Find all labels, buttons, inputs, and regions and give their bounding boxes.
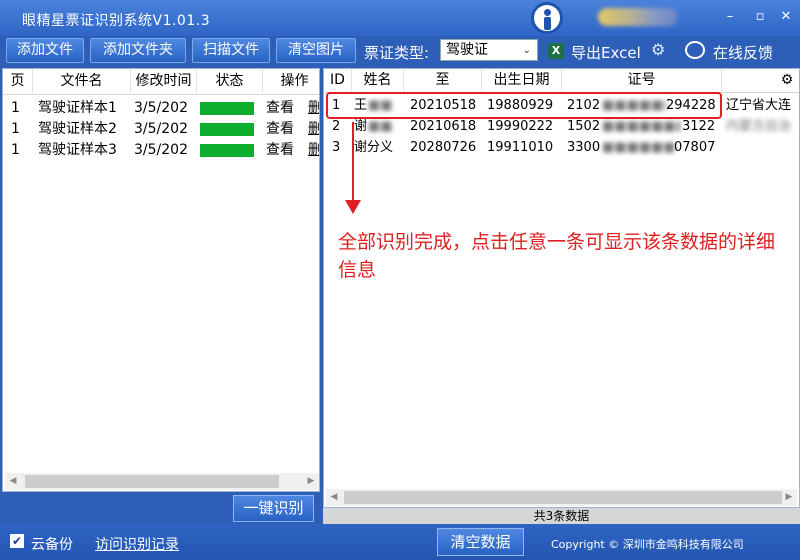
minimize-button[interactable]: – [722, 9, 738, 25]
visit-history-link[interactable]: 访问识别记录 [95, 534, 179, 554]
chevron-down-icon: ⌄ [522, 45, 531, 56]
row-birth: 19911010 [487, 140, 554, 155]
scan-file-button[interactable]: 扫描文件 [192, 38, 270, 63]
scroll-right-icon[interactable]: ▶ [781, 489, 797, 506]
arrow-shaft [352, 122, 354, 204]
scroll-thumb[interactable] [25, 475, 279, 488]
col-header-page[interactable]: 页 [3, 69, 33, 93]
copyright-text: Copyright © 深圳市金鸣科技有限公司 [551, 538, 744, 551]
row-to: 20280726 [410, 140, 477, 155]
row-name: 谢 [354, 119, 368, 134]
user-avatar[interactable] [598, 8, 678, 26]
row-address: 辽宁省大连 [726, 98, 792, 113]
scroll-left-icon[interactable]: ◀ [5, 473, 21, 490]
ticket-type-select[interactable]: 驾驶证 ⌄ [440, 39, 538, 61]
file-row[interactable]: 1 驾驶证样本1 3/5/202 查看 删 [3, 98, 319, 119]
status-progress-bar [200, 123, 254, 136]
gear-icon[interactable]: ⚙ [651, 41, 669, 59]
col-header-name[interactable]: 姓名 [352, 69, 404, 91]
file-page: 1 [11, 100, 20, 116]
file-row[interactable]: 1 驾驶证样本3 3/5/202 查看 删 [3, 140, 319, 161]
col-header-license-number[interactable]: 证号 [562, 69, 722, 91]
col-header-birth[interactable]: 出生日期 [482, 69, 562, 91]
results-panel: ID 姓名 至 出生日期 证号 ⚙ 1 王 ■■ 20210518 198809… [323, 68, 800, 508]
file-name: 驾驶证样本3 [38, 142, 117, 158]
cloud-backup-label[interactable]: 云备份 [31, 534, 73, 554]
status-progress-bar [200, 144, 254, 157]
results-header: ID 姓名 至 出生日期 证号 ⚙ [324, 69, 799, 93]
clear-data-button[interactable]: 清空数据 [437, 528, 524, 556]
record-count: 共3条数据 [323, 508, 800, 524]
file-list-header: 页 文件名 修改时间 状态 操作 [3, 69, 319, 95]
masked-number: ■■■■■■■ [602, 119, 680, 134]
masked-name: ■■ [368, 119, 393, 134]
col-header-modified[interactable]: 修改时间 [131, 69, 197, 93]
horizontal-scrollbar[interactable]: ◀ ▶ [326, 489, 797, 506]
highlight-box [326, 92, 722, 119]
row-to: 20210618 [410, 119, 477, 134]
file-row[interactable]: 1 驾驶证样本2 3/5/202 查看 删 [3, 119, 319, 140]
masked-number: ■■■■■■ [602, 140, 674, 155]
col-header-id[interactable]: ID [324, 69, 352, 91]
file-name: 驾驶证样本2 [38, 121, 117, 137]
logo-dot [544, 9, 551, 16]
row-birth: 19990222 [487, 119, 554, 134]
file-time: 3/5/202 [134, 100, 188, 116]
gear-icon[interactable]: ⚙ [776, 69, 798, 91]
table-row[interactable]: 3 谢分义 20280726 19911010 3300 ■■■■■■ 0780… [324, 137, 799, 158]
close-button[interactable]: ✕ [778, 9, 794, 25]
col-header-to[interactable]: 至 [404, 69, 482, 91]
file-page: 1 [11, 142, 20, 158]
chat-icon[interactable] [685, 41, 705, 59]
add-file-button[interactable]: 添加文件 [6, 38, 84, 63]
restore-button[interactable]: ▫ [752, 9, 768, 25]
file-page: 1 [11, 121, 20, 137]
clear-images-button[interactable]: 清空图片 [276, 38, 356, 63]
view-link[interactable]: 查看 [266, 98, 294, 119]
app-title: 眼精星票证识别系统V1.01.3 [22, 13, 211, 29]
online-feedback-button[interactable]: 在线反馈 [713, 42, 773, 63]
row-number-prefix: 3300 [567, 140, 601, 155]
delete-link[interactable]: 删 [308, 98, 319, 119]
info-logo-icon[interactable] [531, 2, 563, 34]
title-bar: 眼精星票证识别系统V1.01.3 – ▫ ✕ [0, 0, 800, 36]
view-link[interactable]: 查看 [266, 119, 294, 140]
col-header-filename[interactable]: 文件名 [33, 69, 131, 93]
file-list-panel: 页 文件名 修改时间 状态 操作 1 驾驶证样本1 3/5/202 查看 删 1… [2, 68, 320, 492]
annotation-text: 全部识别完成，点击任意一条可显示该条数据的详细信息 [338, 231, 776, 281]
col-header-status[interactable]: 状态 [197, 69, 263, 93]
delete-link[interactable]: 删 [308, 119, 319, 140]
table-row[interactable]: 2 谢 ■■ 20210618 19990222 1502 ■■■■■■■ 31… [324, 116, 799, 137]
toolbar: 添加文件 添加文件夹 扫描文件 清空图片 票证类型: 驾驶证 ⌄ X 导出Exc… [0, 36, 800, 66]
ticket-type-label: 票证类型: [364, 44, 430, 62]
excel-icon[interactable]: X [548, 43, 564, 59]
export-excel-button[interactable]: 导出Excel [571, 42, 641, 63]
file-time: 3/5/202 [134, 121, 188, 137]
row-name: 谢分义 [354, 140, 394, 155]
arrow-down-icon [345, 200, 361, 214]
horizontal-scrollbar[interactable]: ◀ ▶ [5, 473, 319, 490]
delete-link[interactable]: 删 [308, 140, 319, 161]
scroll-left-icon[interactable]: ◀ [326, 489, 342, 506]
row-number-prefix: 1502 [567, 119, 601, 134]
scroll-thumb[interactable] [344, 491, 782, 504]
view-link[interactable]: 查看 [266, 140, 294, 161]
add-folder-button[interactable]: 添加文件夹 [90, 38, 186, 63]
col-header-action[interactable]: 操作 [263, 69, 319, 93]
one-click-recognize-button[interactable]: 一键识别 [233, 495, 314, 522]
status-progress-bar [200, 102, 254, 115]
file-time: 3/5/202 [134, 142, 188, 158]
row-address: 内蒙古自治 [726, 119, 792, 134]
file-name: 驾驶证样本1 [38, 100, 117, 116]
ticket-type-value: 驾驶证 [446, 42, 488, 58]
logo-bar [544, 17, 551, 30]
row-number-suffix: 3122 [682, 119, 716, 134]
row-id: 2 [332, 119, 341, 134]
row-number-suffix: 07807 [674, 140, 716, 155]
row-id: 3 [332, 140, 341, 155]
scroll-right-icon[interactable]: ▶ [303, 473, 319, 490]
bottom-bar: ✔ 云备份 访问识别记录 清空数据 Copyright © 深圳市金鸣科技有限公… [0, 524, 800, 560]
cloud-backup-checkbox[interactable]: ✔ [10, 534, 24, 548]
